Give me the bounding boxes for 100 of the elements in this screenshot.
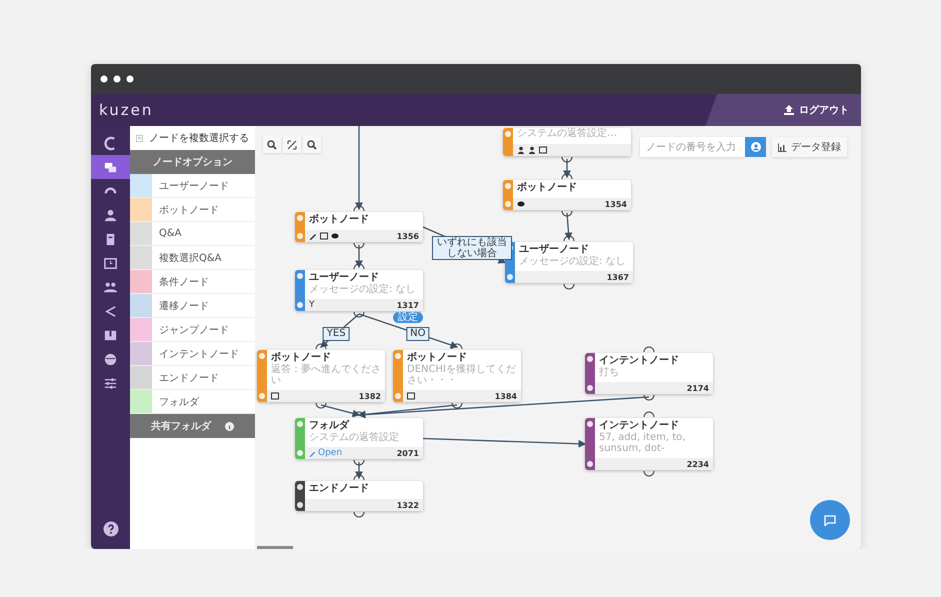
- circle-icon: [297, 233, 303, 239]
- zoom-in-button[interactable]: [263, 136, 281, 153]
- port-icon[interactable]: [644, 470, 654, 476]
- node-description: 返答：夢へ進んでください: [270, 364, 382, 386]
- node-card[interactable]: ユーザーノード メッセージの設定: なし Y 1317: [295, 270, 423, 311]
- menu-item[interactable]: 複数選択Q&A: [130, 246, 255, 270]
- port-icon[interactable]: [354, 264, 364, 270]
- sidebar-item[interactable]: [91, 155, 130, 179]
- node-description: DENCHIを獲得してください・・・: [406, 364, 517, 386]
- edge-label: NO: [406, 326, 430, 341]
- node-title: ボットノード: [308, 213, 370, 226]
- port-icon[interactable]: [316, 402, 326, 408]
- port-icon[interactable]: [644, 412, 654, 418]
- menu-item[interactable]: ユーザーノード: [130, 174, 255, 198]
- menu-item[interactable]: ジャンプノード: [130, 318, 255, 342]
- circle-icon: [587, 385, 593, 391]
- node-card[interactable]: インテントノード 57, add, item, to, sunsum, dot- 2234: [585, 418, 713, 470]
- menu-item[interactable]: インテントノード: [130, 342, 255, 366]
- circle-icon: [507, 274, 513, 280]
- node-description: メッセージの設定: なし: [518, 256, 627, 267]
- port-icon[interactable]: [564, 284, 574, 290]
- port-icon[interactable]: [644, 394, 654, 400]
- node-card[interactable]: エンドノード 1322: [295, 481, 423, 511]
- circle-icon: [259, 393, 265, 399]
- circle-icon: [505, 131, 511, 137]
- menu-item[interactable]: 遷移ノード: [130, 294, 255, 318]
- circle-icon: [587, 356, 593, 362]
- arrows-icon: [287, 140, 297, 150]
- node-title: エンドノード: [308, 482, 370, 495]
- node-number: 2174: [686, 384, 709, 392]
- card-icon: [407, 392, 415, 400]
- port-icon[interactable]: [452, 344, 462, 350]
- node-title: ボットノード: [270, 351, 332, 364]
- card-icon: [271, 392, 279, 400]
- circle-icon: [297, 484, 303, 490]
- connector-line: [355, 245, 363, 268]
- circle-icon: [297, 421, 303, 427]
- user-icon: [103, 208, 118, 222]
- user-icon: [528, 146, 536, 154]
- circle-icon: [505, 183, 511, 189]
- menu-item[interactable]: エンドノード: [130, 366, 255, 390]
- upload-icon: [783, 104, 795, 116]
- node-card[interactable]: インテントノード 打ち 2174: [585, 353, 713, 394]
- node-title: フォルダ: [308, 418, 350, 432]
- node-description: 打ち: [598, 367, 620, 378]
- zoom-out-icon: [307, 140, 317, 150]
- port-icon[interactable]: [562, 156, 572, 162]
- node-card[interactable]: ボットノード 1354: [503, 180, 631, 210]
- eye-icon: [331, 232, 339, 240]
- port-icon[interactable]: [316, 344, 326, 350]
- section-title: 共有フォルダ: [151, 420, 211, 433]
- circle-icon: [297, 273, 303, 279]
- chat-button[interactable]: [810, 500, 850, 540]
- menu-item[interactable]: Q&A: [130, 222, 255, 246]
- edge-label: YES: [322, 326, 350, 341]
- node-number-field[interactable]: ノードの番号を入力: [640, 137, 745, 157]
- node-card[interactable]: フォルダ システムの返答設定 Open 2071: [295, 418, 423, 459]
- port-icon[interactable]: [644, 346, 654, 352]
- menu-item[interactable]: 条件ノード: [130, 270, 255, 294]
- circle-icon: [587, 461, 593, 467]
- node-title: ボットノード: [406, 351, 468, 364]
- chart-icon: [778, 142, 787, 152]
- node-card[interactable]: ボットノード 返答：夢へ進んでください 1382: [257, 350, 385, 402]
- port-icon[interactable]: [354, 474, 364, 480]
- port-icon[interactable]: [354, 512, 364, 518]
- menu-item[interactable]: ボットノード: [130, 198, 255, 222]
- user-icon: [750, 142, 760, 152]
- port-icon[interactable]: [452, 402, 462, 408]
- menu-item[interactable]: フォルダ: [130, 390, 255, 414]
- section-header: ノードオプション: [130, 150, 255, 174]
- port-icon[interactable]: [354, 312, 364, 318]
- node-card[interactable]: ボットノード 1356: [295, 212, 423, 242]
- info-icon: [225, 422, 234, 430]
- port-icon[interactable]: [354, 206, 364, 212]
- port-icon[interactable]: [564, 236, 574, 242]
- eye-icon: [517, 200, 525, 208]
- zoom-out-button[interactable]: [303, 136, 321, 153]
- app-logo: kuzen: [99, 101, 154, 119]
- port-icon[interactable]: [562, 174, 572, 180]
- port-icon[interactable]: [354, 412, 364, 418]
- logout-button[interactable]: ログアウト: [781, 101, 851, 119]
- pencil-icon: [309, 450, 316, 456]
- node-title: ユーザーノード: [308, 270, 380, 284]
- node-title: インテントノード: [598, 354, 680, 366]
- scrollbar[interactable]: [257, 546, 293, 549]
- node-number: 1382: [358, 392, 381, 400]
- node-number: 1384: [494, 392, 517, 400]
- port-icon[interactable]: [562, 210, 572, 216]
- fit-button[interactable]: [283, 136, 301, 153]
- port-icon[interactable]: [354, 242, 364, 248]
- data-register-button[interactable]: データ登録: [772, 137, 847, 157]
- search-button[interactable]: [745, 137, 766, 157]
- circle-icon: [395, 393, 401, 399]
- circle-icon: [587, 421, 593, 427]
- node-title: ボットノード: [516, 181, 578, 194]
- node-number: 1367: [606, 272, 629, 282]
- node-description: メッセージの設定: なし: [308, 284, 417, 295]
- port-icon[interactable]: [354, 460, 364, 466]
- node-card[interactable]: ボットノード DENCHIを獲得してください・・・ 1384: [393, 350, 521, 402]
- circle-icon: [297, 450, 303, 456]
